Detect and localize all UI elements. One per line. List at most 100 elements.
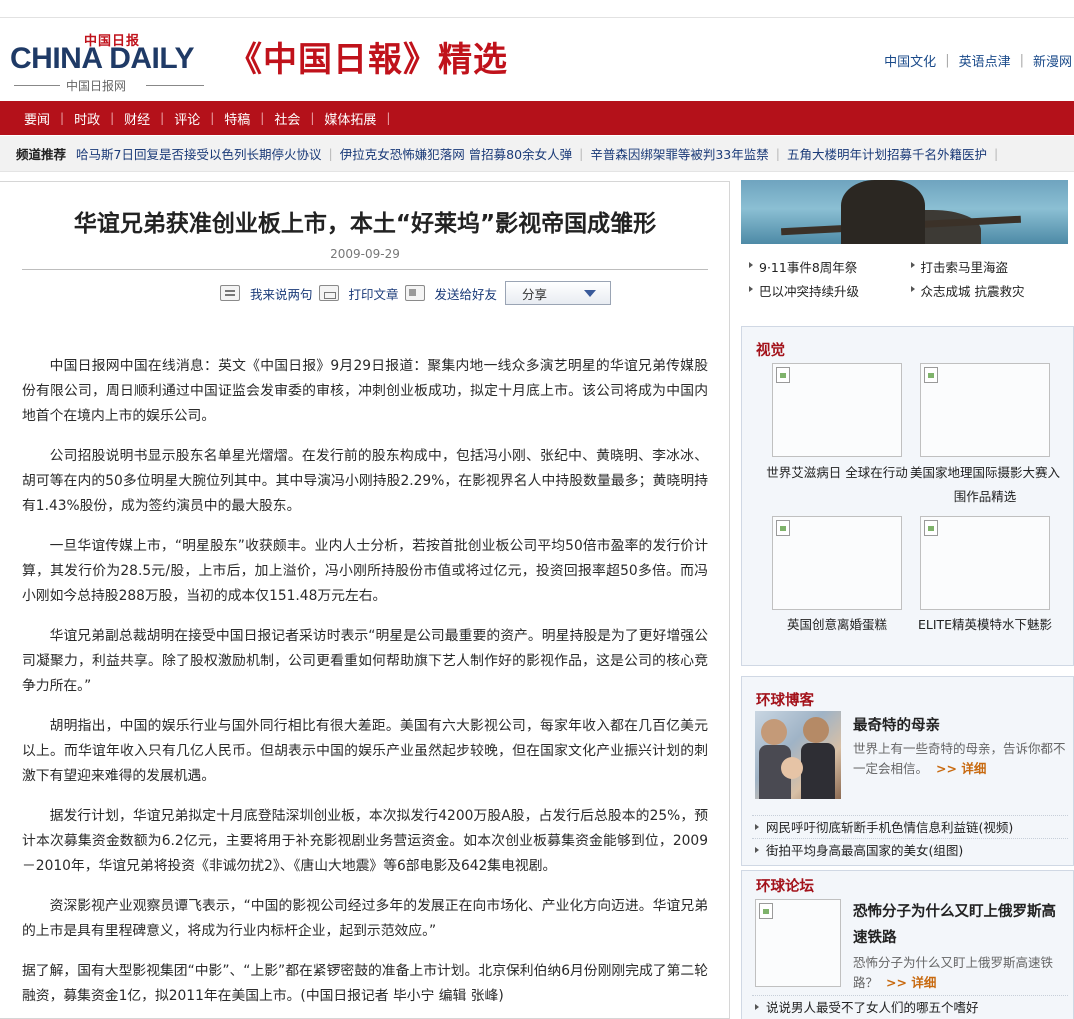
logo-en: CHINA DAILY <box>10 42 194 75</box>
broken-image-icon <box>759 903 773 919</box>
top-link-separator: | <box>945 53 950 68</box>
logo-rule-left <box>14 85 60 86</box>
visual-caption[interactable]: 英国创意离婚蛋糕 <box>762 613 912 637</box>
nav-item-features[interactable]: 特稿 <box>214 109 260 128</box>
channel-link[interactable]: 五角大楼明年计划招募千名外籍医护 <box>787 144 987 163</box>
article-paragraph: 华谊兄弟副总裁胡明在接受中国日报记者采访时表示“明星是公司最重要的资产。明星持股… <box>22 628 708 694</box>
hot-topic-link[interactable]: 9·11事件8周年祭 <box>745 257 907 276</box>
article-body: 中国日报网中国在线消息：英文《中国日报》9月29日报道：聚集内地一线众多演艺明星… <box>22 354 708 1019</box>
article-paragraph: 中国日报网中国在线消息：英文《中国日报》9月29日报道：聚集内地一线众多演艺明星… <box>22 358 708 424</box>
hot-topics: 9·11事件8周年祭 打击索马里海盗 巴以冲突持续升级 众志成城 抗震救灾 <box>745 254 1068 302</box>
share-label: 分享 <box>522 286 548 302</box>
share-dropdown[interactable]: 分享 <box>505 281 612 305</box>
nav-separator: | <box>386 111 391 125</box>
brand-title: 《中国日報》精选 <box>228 40 508 80</box>
visual-caption[interactable]: ELITE精英模特水下魅影 <box>910 613 1060 637</box>
article-paragraph: 据了解，国有大型影视集团“中影”、“上影”都在紧锣密鼓的准备上市计划。北京保利伯… <box>22 963 708 1004</box>
broken-image-icon <box>776 520 790 536</box>
print-link[interactable]: 打印文章 <box>349 284 399 303</box>
forum-feature-title[interactable]: 恐怖分子为什么又盯上俄罗斯高速铁路 <box>853 899 1067 951</box>
article: 华谊兄弟获准创业板上市，本土“好莱坞”影视帝国成雏形 2009-09-29 我来… <box>0 181 730 1019</box>
blog-feature-desc: 世界上有一些奇特的母亲，告诉你都不一定会相信。 >> 详细 <box>853 739 1067 779</box>
visual-caption[interactable]: 美国家地理国际摄影大赛入围作品精选 <box>910 461 1060 509</box>
forum-feature-thumbnail[interactable] <box>755 899 841 987</box>
visual-thumbnail[interactable] <box>772 516 902 610</box>
article-paragraph: 一旦华谊传媒上市，“明星股东”收获颇丰。业内人士分析，若按首批创业板公司平均50… <box>22 538 708 604</box>
article-divider <box>22 269 708 270</box>
blog-panel: 环球博客 最奇特的母亲 世界上有一些奇特的母亲，告诉你都不一定会相信。 >> 详细… <box>741 676 1074 866</box>
article-paragraph: 资深影视产业观察员谭飞表示，“中国的影视公司经过多年的发展正在向市场化、产业化方… <box>22 898 708 939</box>
forum-panel-title: 环球论坛 <box>756 879 814 895</box>
broken-image-icon <box>924 367 938 383</box>
top-link-english[interactable]: 英语点津 <box>959 51 1011 70</box>
chevron-down-icon <box>584 290 597 297</box>
nav-item-society[interactable]: 社会 <box>264 109 310 128</box>
visual-panel-title: 视觉 <box>756 343 785 359</box>
channel-separator: | <box>579 146 584 161</box>
top-link-culture[interactable]: 中国文化 <box>884 51 936 70</box>
send-to-friend-icon[interactable] <box>404 285 425 301</box>
blog-photo-baby <box>781 757 803 779</box>
channel-separator: | <box>775 146 780 161</box>
visual-thumbnail[interactable] <box>772 363 902 457</box>
hero-image[interactable] <box>741 180 1068 244</box>
printer-icon[interactable] <box>318 285 339 301</box>
visual-thumbnail[interactable] <box>920 363 1050 457</box>
blog-photo-person <box>801 743 835 799</box>
main-nav: 要闻 | 时政 | 财经 | 评论 | 特稿 | 社会 | 媒体拓展 | <box>0 101 1074 135</box>
top-link-separator: | <box>1019 53 1024 68</box>
forum-feature-desc: 恐怖分子为什么又盯上俄罗斯高速铁路？ >> 详细 <box>853 953 1067 993</box>
nav-item-opinion[interactable]: 评论 <box>164 109 210 128</box>
top-links: 中国文化 | 英语点津 | 新漫网 <box>884 51 1072 70</box>
blog-photo-face <box>803 717 829 743</box>
blog-panel-title: 环球博客 <box>756 693 814 709</box>
channel-separator: | <box>328 146 333 161</box>
forum-links: 说说男人最受不了女人们的哪五个嗜好 <box>752 995 1068 1018</box>
logo-cn-bottom: 中国日报网 <box>66 79 127 93</box>
nav-item-media[interactable]: 媒体拓展 <box>314 109 386 128</box>
broken-image-icon <box>924 520 938 536</box>
article-paragraph: 据发行计划，华谊兄弟拟定十月底登陆深圳创业板，本次拟发行4200万股A股，占发行… <box>22 808 708 874</box>
visual-thumbnail[interactable] <box>920 516 1050 610</box>
top-link-comics[interactable]: 新漫网 <box>1033 51 1072 70</box>
article-paragraph: 胡明指出，中国的娱乐行业与国外同行相比有很大差距。美国有六大影视公司，每家年收入… <box>22 718 708 784</box>
forum-feature-desc-text: 恐怖分子为什么又盯上俄罗斯高速铁路？ <box>853 955 1054 990</box>
nav-item-politics[interactable]: 时政 <box>64 109 110 128</box>
logo-rule-right <box>146 85 204 86</box>
channel-title: 频道推荐 <box>16 147 67 162</box>
channel-recommend-bar: 频道推荐 哈马斯7日回复是否接受以色列长期停火协议 | 伊拉克女恐怖嫌犯落网 曾… <box>0 136 1074 172</box>
china-daily-logo[interactable]: 中国日报 CHINA DAILY 中国日报网 <box>10 30 206 94</box>
blog-link[interactable]: 网民呼吁彻底斩断手机色情信息利益链(视频) <box>752 815 1068 838</box>
blog-link[interactable]: 街拍平均身高最高国家的美女(组图) <box>752 838 1068 861</box>
channel-link[interactable]: 哈马斯7日回复是否接受以色列长期停火协议 <box>76 144 321 163</box>
comment-link[interactable]: 我来说两句 <box>250 284 313 303</box>
forum-link[interactable]: 说说男人最受不了女人们的哪五个嗜好 <box>752 995 1068 1018</box>
article-title: 华谊兄弟获准创业板上市，本土“好莱坞”影视帝国成雏形 <box>73 211 657 237</box>
hot-topics-row: 9·11事件8周年祭 打击索马里海盗 <box>745 254 1068 278</box>
hot-topics-row: 巴以冲突持续升级 众志成城 抗震救灾 <box>745 278 1068 302</box>
channel-separator: | <box>993 146 999 161</box>
send-to-friend-link[interactable]: 发送给好友 <box>435 284 498 303</box>
blog-feature-photo[interactable] <box>755 711 841 799</box>
hot-topic-link[interactable]: 众志成城 抗震救灾 <box>907 281 1069 300</box>
channel-link[interactable]: 伊拉克女恐怖嫌犯落网 曾招募80余女人弹 <box>340 144 572 163</box>
comment-icon[interactable] <box>220 285 240 301</box>
article-date: 2009-09-29 <box>330 247 400 261</box>
forum-more-link[interactable]: >> 详细 <box>886 975 936 990</box>
blog-photo-face <box>761 719 787 745</box>
broken-image-icon <box>776 367 790 383</box>
blog-feature-title[interactable]: 最奇特的母亲 <box>853 713 940 739</box>
blog-links: 网民呼吁彻底斩断手机色情信息利益链(视频) 街拍平均身高最高国家的美女(组图) <box>752 815 1068 861</box>
site-header: 中国日报 CHINA DAILY 中国日报网 《中国日報》精选 中国文化 | 英… <box>0 18 1074 102</box>
blog-more-link[interactable]: >> 详细 <box>936 761 986 776</box>
sidebar: 9·11事件8周年祭 打击索马里海盗 巴以冲突持续升级 众志成城 抗震救灾 视觉… <box>741 180 1074 1019</box>
article-paragraph: 公司招股说明书显示股东名单星光熠熠。在发行前的股东构成中，包括冯小刚、张纪中、黄… <box>22 448 708 514</box>
hot-topic-link[interactable]: 打击索马里海盗 <box>907 257 1069 276</box>
hot-topic-link[interactable]: 巴以冲突持续升级 <box>745 281 907 300</box>
hero-image-figure <box>841 180 925 244</box>
channel-link[interactable]: 辛普森因绑架罪等被判33年监禁 <box>590 144 768 163</box>
nav-item-headlines[interactable]: 要闻 <box>14 109 60 128</box>
nav-item-finance[interactable]: 财经 <box>114 109 160 128</box>
visual-panel: 视觉 世界艾滋病日 全球在行动 美国家地理国际摄影大赛入围作品精选 英国创意离婚… <box>741 326 1074 666</box>
visual-caption[interactable]: 世界艾滋病日 全球在行动 <box>762 461 912 485</box>
